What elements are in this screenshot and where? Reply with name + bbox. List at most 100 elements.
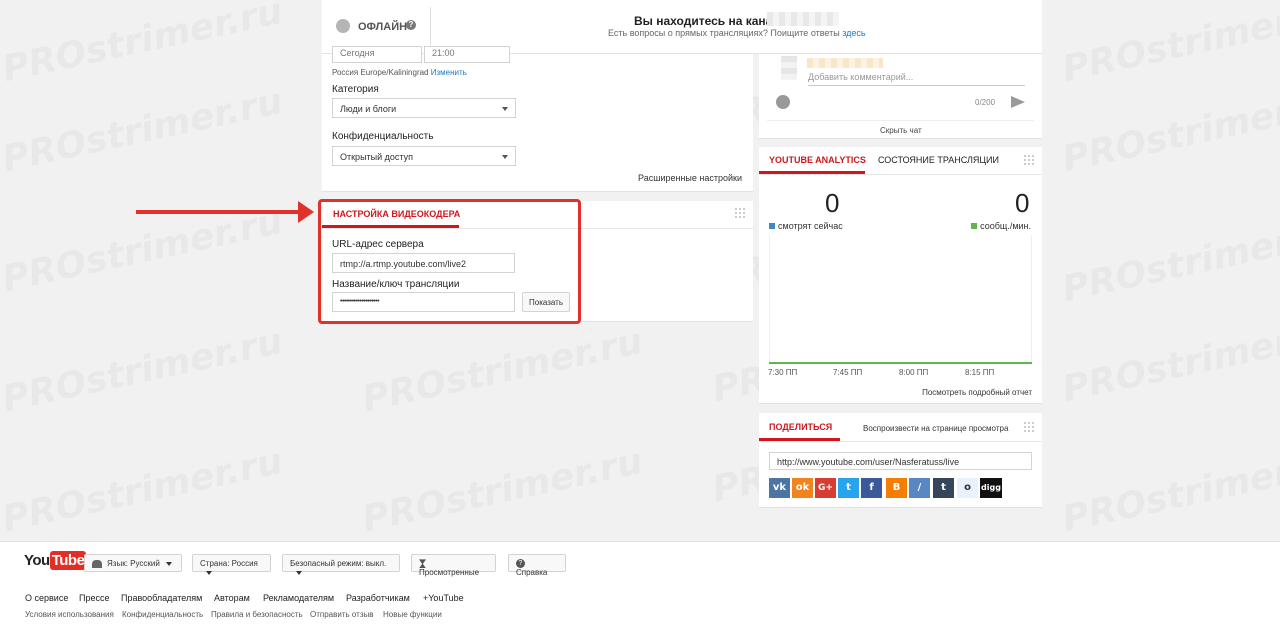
messages-legend-swatch	[971, 223, 978, 229]
footer-link-developers[interactable]: Разработчикам	[346, 593, 410, 603]
drag-handle-icon[interactable]	[735, 208, 745, 218]
emoji-icon[interactable]	[776, 95, 790, 109]
chart-tick-label: 7:30 ПП	[768, 368, 798, 377]
drag-handle-icon[interactable]	[1024, 155, 1034, 165]
footer-link-plus-youtube[interactable]: +YouTube	[423, 593, 464, 603]
tab-youtube-analytics[interactable]: YOUTUBE ANALYTICS	[769, 155, 866, 165]
youtube-logo[interactable]: You Tube	[24, 551, 87, 570]
offline-status-icon	[336, 19, 350, 33]
footer-link-copyright[interactable]: Правообладателям	[121, 593, 202, 603]
privacy-label: Конфиденциальность	[332, 131, 434, 142]
google-plus-icon[interactable]: G+	[815, 478, 836, 498]
chart-tick-label: 7:45 ПП	[833, 368, 863, 377]
privacy-select[interactable]: Открытый доступ	[332, 146, 516, 166]
watermark: PROstrimer.ru	[0, 81, 286, 180]
footer-link-feedback[interactable]: Отправить отзыв	[310, 610, 374, 619]
chart-tick-label: 8:00 ПП	[899, 368, 929, 377]
help-button[interactable]: ?Справка	[508, 554, 566, 577]
comment-input[interactable]: Добавить комментарий...	[808, 72, 1025, 86]
watermark: PROstrimer.ru	[1059, 81, 1280, 180]
tab-broadcast-status[interactable]: СОСТОЯНИЕ ТРАНСЛЯЦИИ	[878, 155, 999, 165]
avatar	[781, 56, 797, 80]
footer-link-privacy[interactable]: Конфиденциальность	[122, 610, 203, 619]
category-select[interactable]: Люди и блоги	[332, 98, 516, 118]
header-divider	[430, 7, 431, 47]
timezone-change-link[interactable]: Изменить	[431, 68, 467, 77]
broadcast-settings-card: Сегодня 21:00 Россия Europe/Kaliningrad …	[322, 46, 753, 192]
send-icon[interactable]	[1011, 96, 1025, 108]
help-circle-icon[interactable]: ?	[406, 20, 416, 30]
category-label: Категория	[332, 84, 379, 95]
viewers-legend-swatch	[769, 223, 775, 229]
messages-count: 0	[1015, 188, 1030, 218]
messages-legend: сообщ./мин.	[971, 221, 1031, 231]
country-button[interactable]: Страна: Россия	[192, 554, 271, 575]
channel-title: Вы находитесь на канале	[634, 14, 787, 28]
footer-link-advertise[interactable]: Рекламодателям	[263, 593, 334, 603]
help-text: Есть вопросы о прямых трансляциях? Поищи…	[608, 28, 866, 38]
facebook-icon[interactable]: f	[861, 478, 882, 498]
watermark: PROstrimer.ru	[1059, 311, 1280, 410]
chart-tick-label: 8:15 ПП	[965, 368, 995, 377]
footer-link-creators[interactable]: Авторам	[214, 593, 250, 603]
date-field[interactable]: Сегодня	[332, 46, 422, 63]
watermark: PROstrimer.ru	[1059, 211, 1280, 310]
tumblr-icon[interactable]: t	[933, 478, 954, 498]
livejournal-icon[interactable]: /	[909, 478, 930, 498]
analytics-card: YOUTUBE ANALYTICS СОСТОЯНИЕ ТРАНСЛЯЦИИ 0…	[759, 147, 1042, 404]
timezone-text: Россия Europe/Kaliningrad Изменить	[332, 68, 467, 77]
chevron-down-icon	[502, 107, 508, 111]
language-button[interactable]: Язык: Русский	[84, 554, 182, 572]
people-icon	[92, 559, 102, 568]
watermark: PROstrimer.ru	[0, 0, 286, 90]
card-divider	[759, 441, 1042, 442]
channel-name-redacted	[767, 12, 839, 26]
offline-status-label: ОФЛАЙН	[358, 21, 408, 33]
vk-icon[interactable]: vk	[769, 478, 790, 498]
footer-link-terms[interactable]: Условия использования	[25, 610, 114, 619]
highlight-frame	[318, 199, 581, 324]
watermark: PROstrimer.ru	[359, 441, 646, 540]
watermark: PROstrimer.ru	[0, 321, 286, 420]
footer-link-policy-safety[interactable]: Правила и безопасность	[211, 610, 303, 619]
twitter-icon[interactable]: t	[838, 478, 859, 498]
advanced-settings-link[interactable]: Расширенные настройки	[638, 173, 742, 183]
watermark: PROstrimer.ru	[1059, 441, 1280, 540]
chevron-down-icon	[165, 561, 172, 566]
odnoklassniki-icon[interactable]: ok	[792, 478, 813, 498]
watermark: PROstrimer.ru	[1059, 0, 1280, 90]
help-circle-icon: ?	[516, 559, 525, 569]
safe-mode-button[interactable]: Безопасный режим: выкл.	[282, 554, 400, 575]
reddit-icon[interactable]: o	[957, 478, 978, 498]
highlight-arrow-head	[298, 201, 314, 223]
chevron-down-icon	[296, 570, 302, 575]
footer-link-about[interactable]: О сервисе	[25, 593, 68, 603]
highlight-arrow-shaft	[136, 210, 301, 214]
watermark: PROstrimer.ru	[0, 201, 286, 300]
viewers-legend: смотрят сейчас	[769, 221, 843, 231]
tab-play-on-watch-page[interactable]: Воспроизвести на странице просмотра	[863, 424, 1008, 433]
footer-link-press[interactable]: Прессе	[79, 593, 110, 603]
help-link[interactable]: здесь	[842, 28, 865, 38]
chat-card: Добавить комментарий... 0/200 Скрыть чат	[759, 54, 1042, 139]
time-field[interactable]: 21:00	[424, 46, 510, 63]
blogger-icon[interactable]: B	[886, 478, 907, 498]
chart-area	[769, 235, 1032, 363]
drag-handle-icon[interactable]	[1024, 422, 1034, 432]
detailed-report-link[interactable]: Посмотреть подробный отчет	[922, 388, 1032, 397]
viewers-count: 0	[825, 188, 840, 218]
watermark: PROstrimer.ru	[0, 441, 286, 540]
hide-chat-link[interactable]: Скрыть чат	[880, 126, 922, 135]
digg-icon[interactable]: digg	[980, 478, 1002, 498]
watermark: PROstrimer.ru	[359, 321, 646, 420]
user-name-redacted	[807, 58, 883, 68]
chevron-down-icon	[502, 155, 508, 159]
chevron-down-icon	[206, 570, 212, 575]
share-url-field[interactable]: http://www.youtube.com/user/Nasferatuss/…	[769, 452, 1032, 470]
card-divider	[759, 174, 1042, 175]
footer-link-new-features[interactable]: Новые функции	[383, 610, 442, 619]
hourglass-icon	[419, 559, 426, 569]
char-counter: 0/200	[975, 98, 996, 107]
history-button[interactable]: Просмотренные	[411, 554, 496, 577]
tab-share[interactable]: ПОДЕЛИТЬСЯ	[769, 422, 832, 432]
